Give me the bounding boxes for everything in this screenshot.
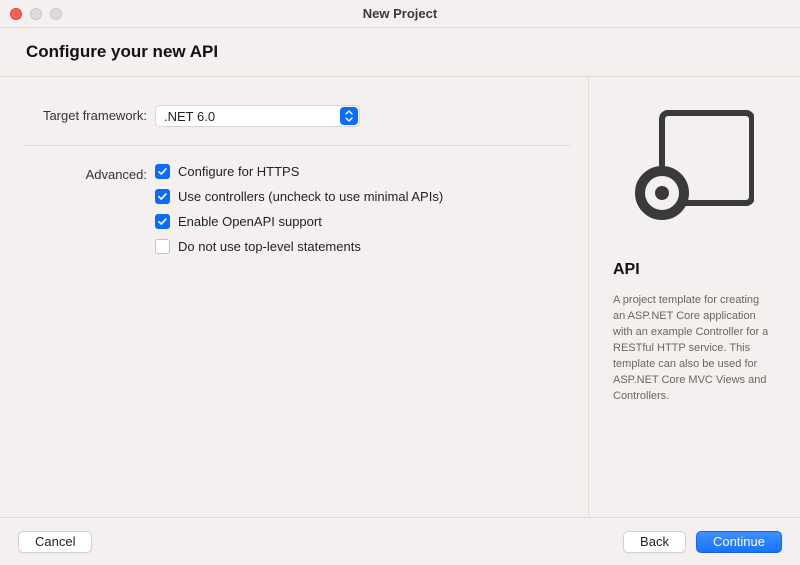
window-title: New Project [0, 6, 800, 21]
api-template-icon [634, 107, 754, 227]
checkbox-icon [155, 214, 170, 229]
checkbox-icon [155, 239, 170, 254]
checkbox-label: Do not use top-level statements [178, 239, 361, 254]
preview-title: API [613, 261, 774, 279]
window-controls [0, 8, 62, 20]
target-framework-select[interactable]: .NET 6.0 [155, 105, 360, 127]
close-window-icon[interactable] [10, 8, 22, 20]
checkbox-icon [155, 189, 170, 204]
back-button[interactable]: Back [623, 531, 686, 553]
zoom-window-icon [50, 8, 62, 20]
titlebar: New Project [0, 0, 800, 28]
checkbox-label: Use controllers (uncheck to use minimal … [178, 189, 443, 204]
target-framework-value: .NET 6.0 [156, 109, 340, 124]
dropdown-chevrons-icon [340, 107, 358, 125]
checkbox-label: Enable OpenAPI support [178, 214, 322, 229]
target-framework-label: Target framework: [0, 105, 155, 123]
page-header: Configure your new API [0, 28, 800, 77]
page-title: Configure your new API [26, 42, 774, 62]
checkbox-icon [155, 164, 170, 179]
footer: Cancel Back Continue [0, 517, 800, 565]
advanced-label: Advanced: [0, 164, 155, 182]
preview-description: A project template for creating an ASP.N… [613, 293, 774, 405]
divider [24, 145, 570, 146]
continue-button[interactable]: Continue [696, 531, 782, 553]
form-panel: Target framework: .NET 6.0 Advanced: Co [0, 77, 588, 517]
checkbox-label: Configure for HTTPS [178, 164, 299, 179]
cancel-button[interactable]: Cancel [18, 531, 92, 553]
minimize-window-icon [30, 8, 42, 20]
check-enable-openapi[interactable]: Enable OpenAPI support [155, 214, 570, 229]
check-no-top-level-statements[interactable]: Do not use top-level statements [155, 239, 570, 254]
check-use-controllers[interactable]: Use controllers (uncheck to use minimal … [155, 189, 570, 204]
check-configure-https[interactable]: Configure for HTTPS [155, 164, 570, 179]
preview-panel: API A project template for creating an A… [588, 77, 800, 517]
